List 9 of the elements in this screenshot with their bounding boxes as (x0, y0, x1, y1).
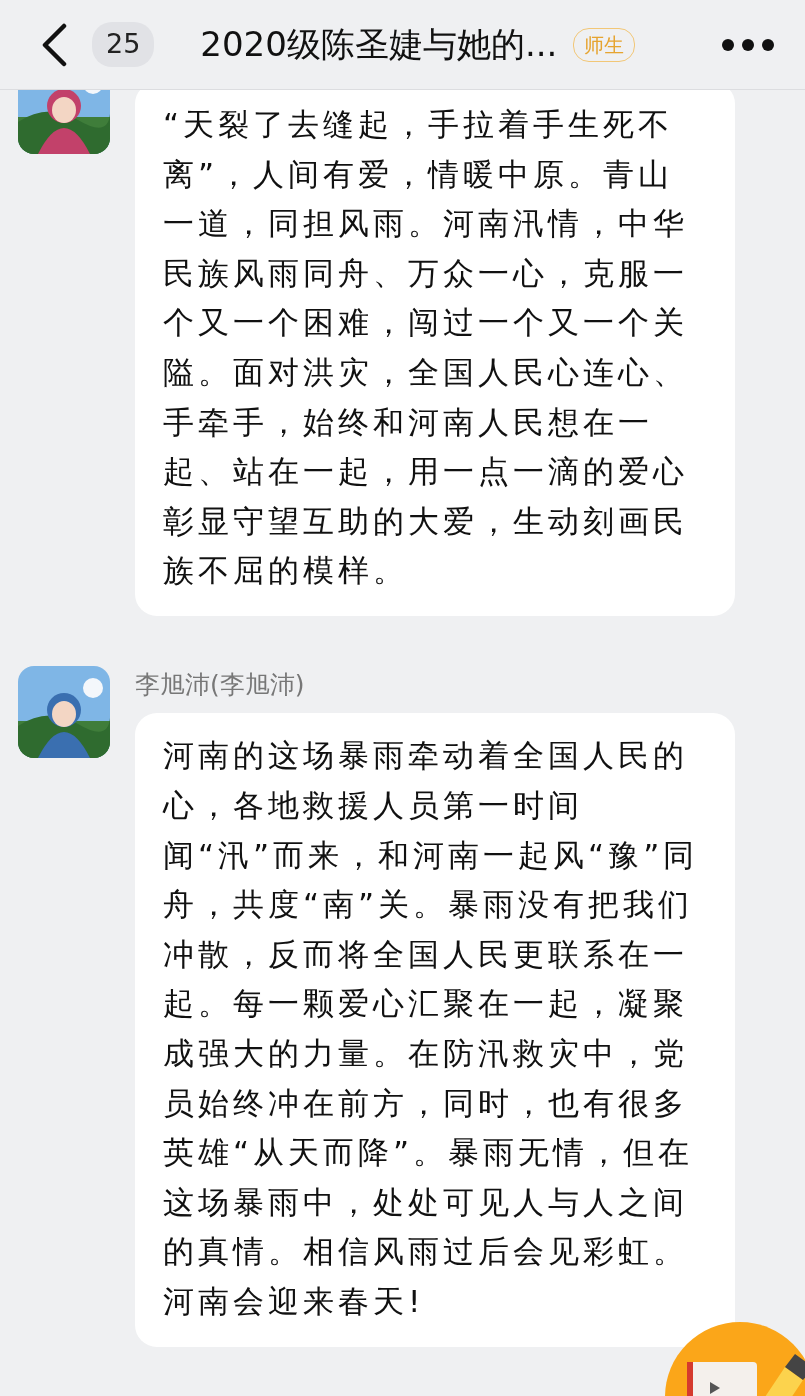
sender-name: 李旭沛(李旭沛) (135, 668, 306, 701)
group-tag: 师生 (573, 27, 636, 62)
back-icon[interactable] (40, 22, 68, 67)
edit-note-button[interactable] (665, 1322, 805, 1396)
message-text: 河南的这场暴雨牵动着全国人民的心，各地救援人员第一时间闻“汛”而来，和河南一起风“豫”同舟，共度“南”关。暴雨没有把我们冲散，反而将全国人民更联系在一起。每一颗爱心汇聚在一起，凝聚成强大的力量。在防汛救灾中，党员始终冲在前方，同时，也有很多英雄“从天而降”。暴雨无情，但在这场暴雨中，处处可见人与人之间的真情。相信风雨过后会见彩虹。河南会迎来春天! (163, 736, 700, 1321)
chat-title: 2020级陈圣婕与她的... (200, 23, 558, 66)
unread-count: 25 (92, 22, 155, 67)
more-icon[interactable] (721, 37, 775, 52)
message-text: “天裂了去缝起，手拉着手生死不离”，人间有爱，情暖中原。青山一道，同担风雨。河南汛情，中华民族风雨同舟、万众一心，克服一个又一个困难，闯过一个又一个关隘。面对洪灾，全国人民心连心、手牵手，始终和河南人民想在一起、站在一起，用一点一滴的爱心彰显守望互助的大爱，生动刻画民族不屈的模样。 (163, 105, 689, 591)
